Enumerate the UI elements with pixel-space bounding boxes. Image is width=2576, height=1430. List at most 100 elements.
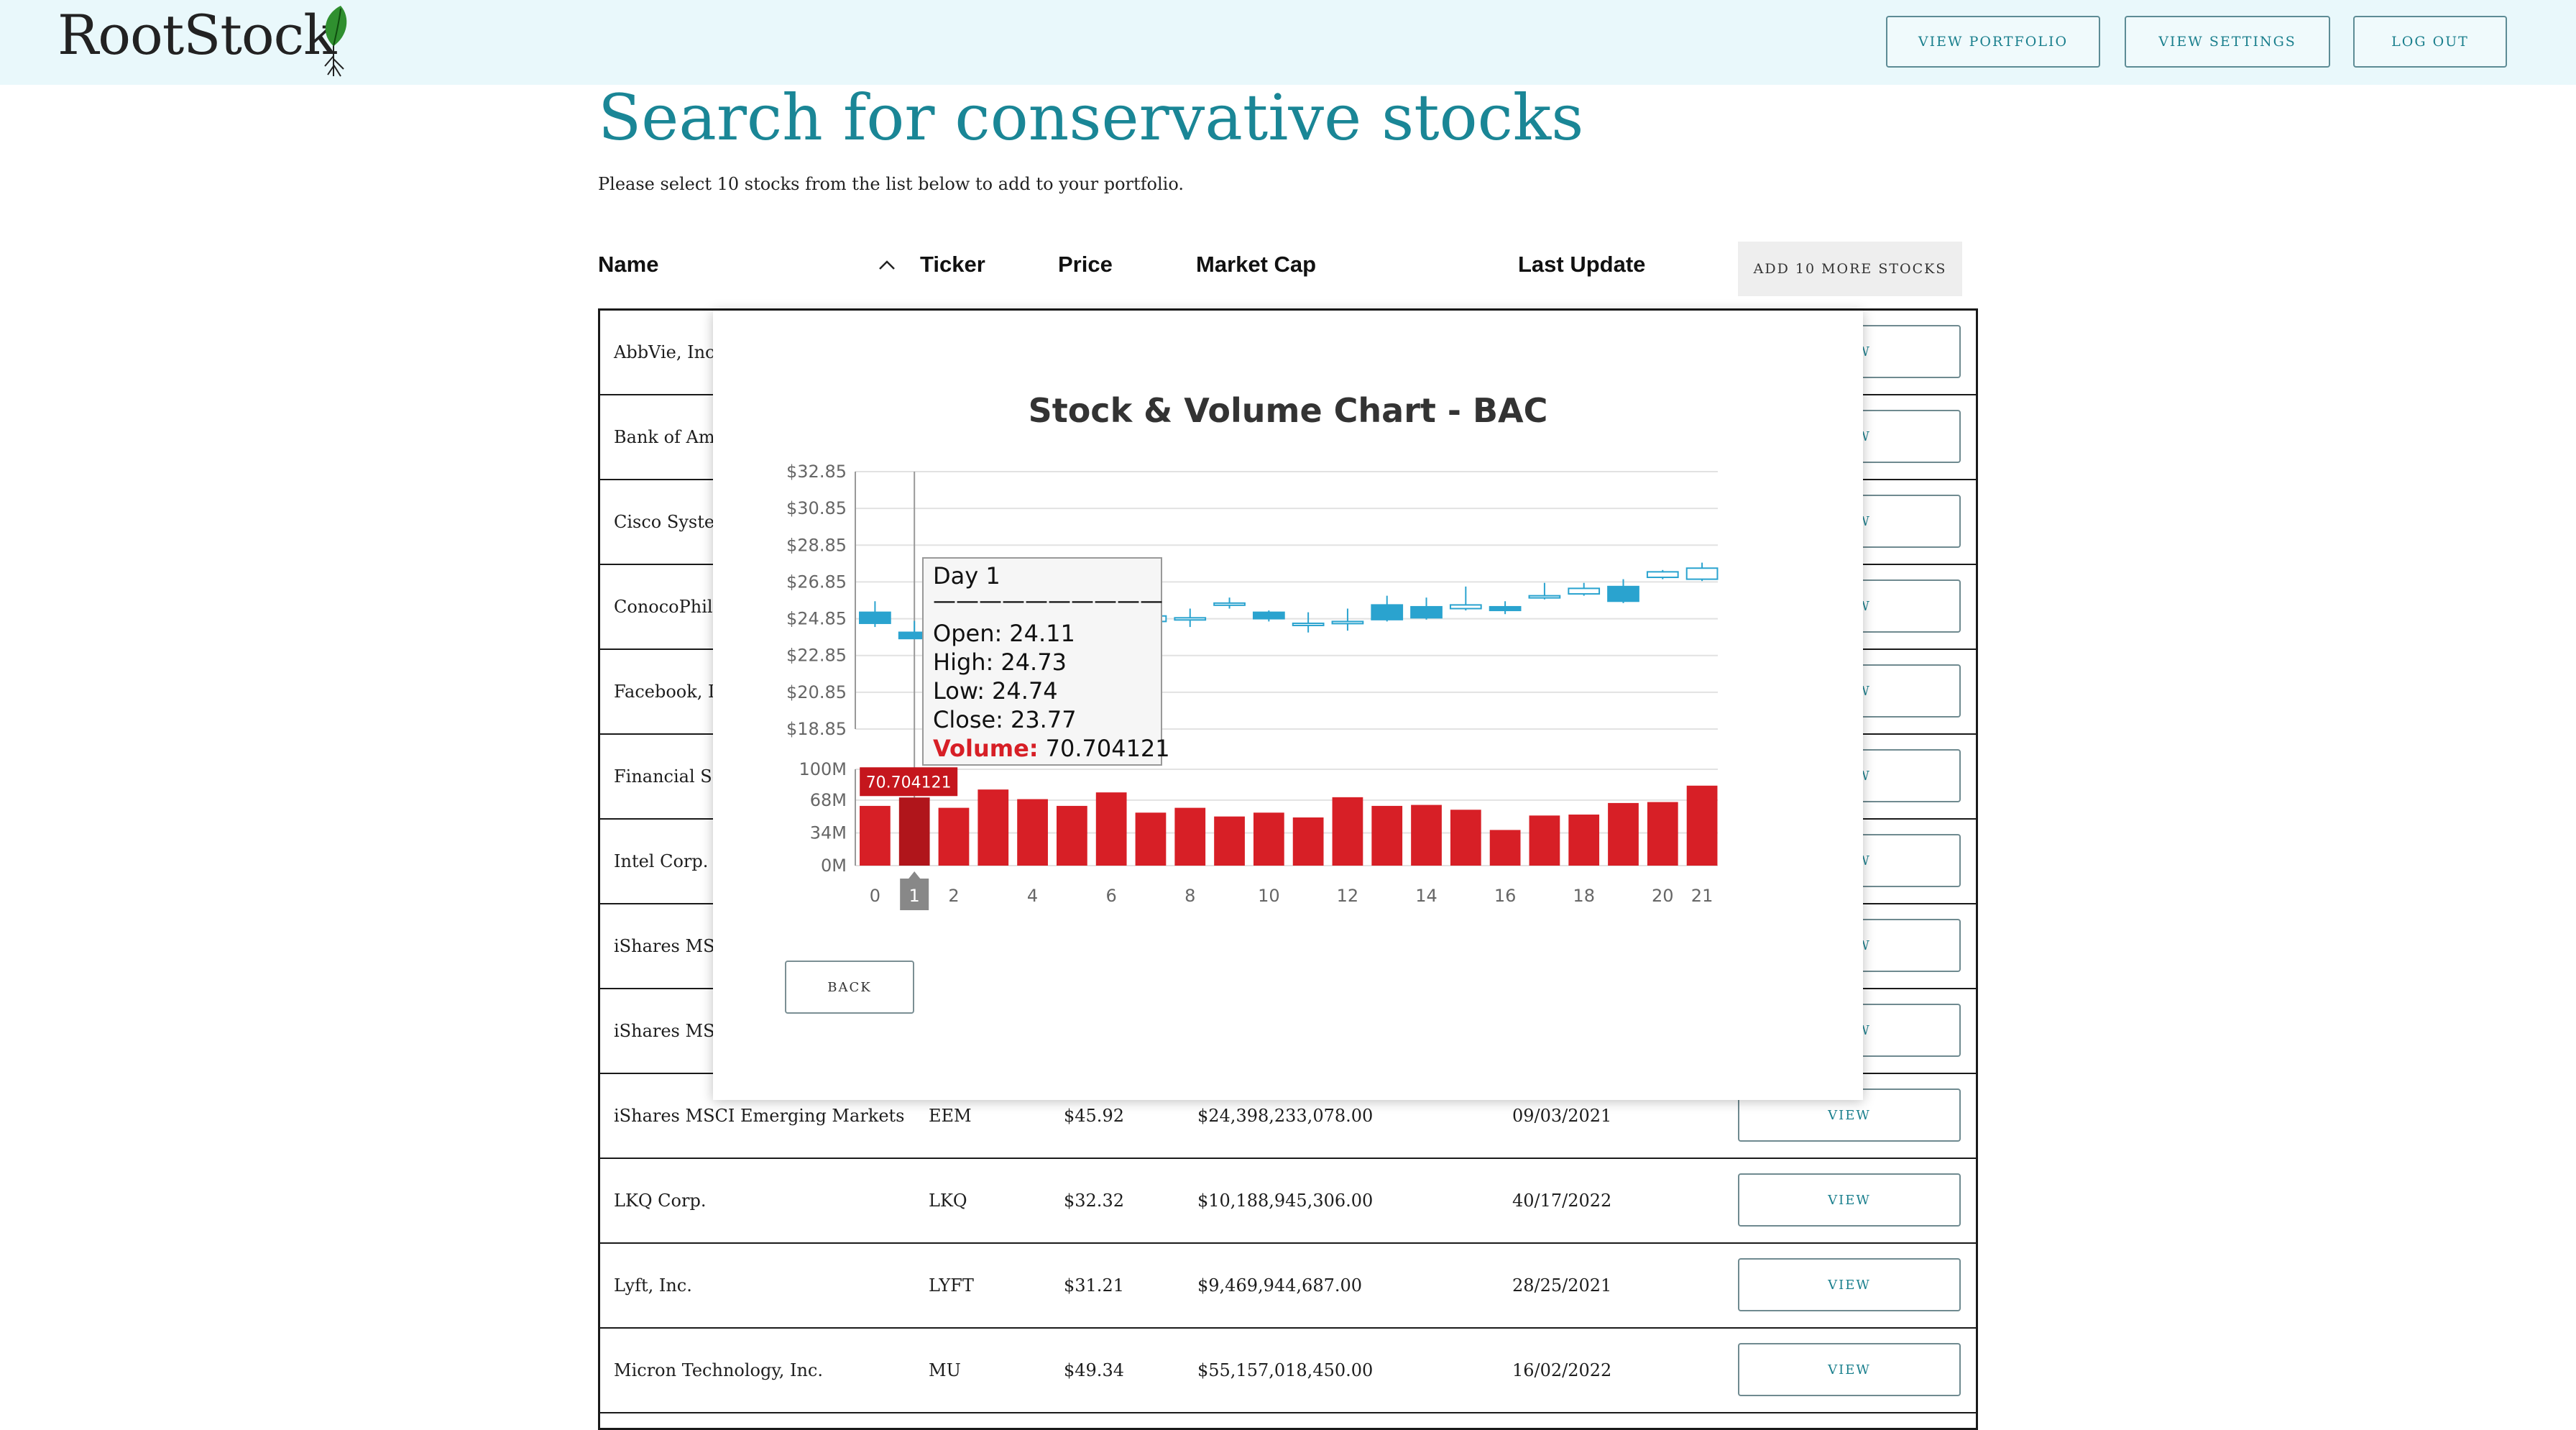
logo-text[interactable]: RootStock (58, 3, 336, 67)
column-header-ticker[interactable]: Ticker (920, 252, 985, 278)
x-tick-label: 18 (1573, 886, 1595, 906)
volume-bar (1608, 802, 1639, 866)
volume-bar (1568, 814, 1600, 866)
view-stock-button[interactable]: VIEW (1738, 1343, 1961, 1396)
volume-tick-label: 68M (810, 790, 847, 810)
candle-body (1331, 620, 1364, 625)
volume-bar (938, 807, 970, 866)
tooltip-label: Close: (933, 706, 1003, 733)
stock-ticker: LKQ (929, 1191, 967, 1211)
candle-body (1371, 604, 1404, 620)
tooltip-label: Low: (933, 677, 985, 705)
candle-body (1528, 595, 1561, 599)
candle-body (859, 611, 891, 624)
chart-modal: Stock & Volume Chart - BAC $18.85 $20.85 $… (713, 311, 1863, 1100)
stock-name: Facebook, In (614, 682, 726, 702)
candle-body (1213, 602, 1246, 606)
candle-body (1292, 622, 1325, 626)
page-subtitle: Please select 10 stocks from the list be… (598, 174, 1184, 194)
view-stock-button[interactable]: VIEW (1738, 1258, 1961, 1311)
tooltip-value: 24.11 (1009, 620, 1075, 647)
stock-last-update: 28/25/2021 (1512, 1275, 1612, 1296)
stock-name: Lyft, Inc. (614, 1275, 692, 1296)
back-button[interactable]: BACK (785, 961, 914, 1014)
x-tick-label: 12 (1337, 886, 1359, 906)
volume-bar (1450, 810, 1481, 866)
volume-bar (1529, 815, 1560, 866)
x-tick-label: 14 (1415, 886, 1438, 906)
table-row: Lyft, Inc. LYFT $31.21 $9,469,944,687.00 28/… (598, 1244, 1978, 1329)
volume-bar (898, 797, 930, 866)
price-tick-label: $24.85 (786, 609, 847, 629)
top-bar: RootStock VIEW PORTFOLIO VIEW SETTINGS L… (0, 0, 2576, 85)
tooltip-value: 23.77 (1011, 706, 1077, 733)
tooltip-value: 24.73 (1000, 648, 1067, 676)
volume-bar (1647, 802, 1678, 866)
stock-price: $49.34 (1064, 1360, 1124, 1380)
tooltip-volume-line: Volume: 70.704121 (933, 735, 1170, 762)
sort-ascending-icon[interactable] (875, 253, 898, 276)
stock-price: $31.21 (1064, 1275, 1124, 1296)
stock-name: Intel Corp. (614, 851, 709, 871)
candle-body (1449, 604, 1482, 610)
tooltip-line: —————————— (933, 587, 1163, 614)
leaf-root-icon (324, 6, 347, 77)
x-tick-label: 20 (1652, 886, 1674, 906)
x-tick-label: 2 (948, 886, 959, 906)
add-more-stocks-button[interactable]: ADD 10 MORE STOCKS (1738, 242, 1962, 296)
column-header-last-update[interactable]: Last Update (1518, 252, 1645, 278)
tooltip-line: Low: 24.74 (933, 677, 1058, 705)
stock-ticker: LYFT (929, 1275, 974, 1296)
view-stock-button[interactable]: VIEW (1738, 1173, 1961, 1227)
volume-bar (1253, 812, 1284, 866)
column-header-price[interactable]: Price (1058, 252, 1113, 278)
stock-market-cap: $10,188,945,306.00 (1197, 1191, 1374, 1211)
x-tick-label: 6 (1106, 886, 1117, 906)
tooltip-line: Day 1 (933, 562, 1000, 590)
table-row: LKQ Corp. LKQ $32.32 $10,188,945,306.00 40/1… (598, 1159, 1978, 1244)
stock-name: Financial Se (614, 766, 722, 787)
volume-bar (1057, 805, 1087, 866)
stock-name: iShares MSC (614, 936, 728, 956)
stock-name: ConocoPhill (614, 597, 719, 617)
volume-flag-label: 70.704121 (866, 774, 952, 792)
volume-bar (1489, 830, 1521, 866)
volume-bar (1135, 812, 1167, 866)
tooltip-label: Open: (933, 620, 1002, 647)
price-tick-label: $28.85 (786, 535, 847, 555)
volume-bar (1686, 785, 1718, 866)
stock-last-update: 16/02/2022 (1512, 1360, 1612, 1380)
volume-tick-label: 34M (810, 822, 847, 843)
price-tick-label: $26.85 (786, 572, 847, 592)
column-header-name[interactable]: Name (598, 252, 658, 278)
volume-bar (860, 805, 891, 866)
x-tick-label: 0 (870, 886, 880, 906)
price-tick-label: $32.85 (786, 462, 847, 482)
candle-body (1174, 617, 1207, 621)
log-out-button[interactable]: LOG OUT (2353, 16, 2507, 68)
candle-body (1410, 605, 1443, 619)
volume-bar (1174, 807, 1206, 866)
x-highlight-pointer (908, 871, 921, 879)
view-portfolio-button[interactable]: VIEW PORTFOLIO (1886, 16, 2100, 68)
candle-body (1568, 587, 1601, 595)
candle-body (1607, 585, 1639, 602)
stock-last-update: 40/17/2022 (1512, 1191, 1612, 1211)
table-row: Micron Technology, Inc. MU $49.34 $55,157,0… (598, 1329, 1978, 1413)
stock-name: iShares MSC (614, 1021, 728, 1041)
column-header-market-cap[interactable]: Market Cap (1196, 252, 1316, 278)
stock-name: Cisco Syster (614, 512, 723, 532)
stock-market-cap: $55,157,018,450.00 (1197, 1360, 1374, 1380)
volume-bar (1292, 817, 1324, 866)
view-settings-button[interactable]: VIEW SETTINGS (2125, 16, 2330, 68)
stock-price: $32.32 (1064, 1191, 1124, 1211)
candle-body (1489, 605, 1522, 612)
price-tick-label: $20.85 (786, 682, 847, 702)
stock-ticker: MU (929, 1360, 961, 1380)
stock-name: LKQ Corp. (614, 1191, 707, 1211)
volume-bar (1371, 805, 1403, 866)
volume-tick-label: 100M (799, 759, 847, 779)
volume-bar (1095, 792, 1127, 866)
stock-name: Bank of Am (614, 427, 715, 447)
stock-market-cap: $9,469,944,687.00 (1197, 1275, 1363, 1296)
